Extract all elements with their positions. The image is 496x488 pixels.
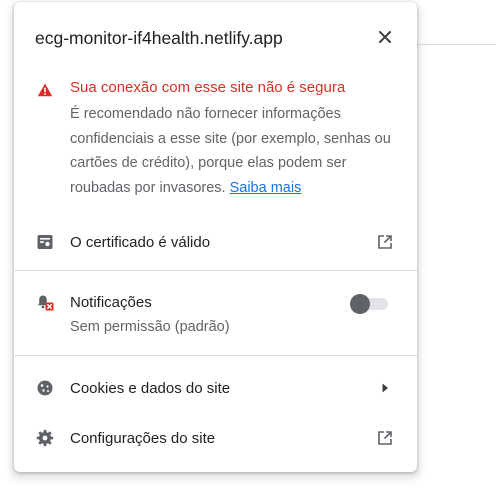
cookie-icon — [37, 380, 53, 396]
section-divider — [14, 270, 417, 271]
background-divider — [416, 44, 496, 45]
notifications-label: Notificações — [70, 294, 152, 311]
cookies-row[interactable]: Cookies e dados do site — [14, 370, 417, 406]
gear-icon — [36, 429, 54, 447]
security-warning-body: É recomendado não fornecer informações c… — [70, 102, 405, 200]
page-info-popup: ecg-monitor-if4health.netlify.app Sua co… — [14, 2, 417, 472]
warning-triangle-icon — [37, 83, 53, 97]
toggle-knob — [350, 294, 370, 314]
site-settings-row[interactable]: Configurações do site — [14, 420, 417, 456]
notifications-status: Sem permissão (padrão) — [70, 319, 230, 335]
close-button[interactable] — [374, 26, 396, 48]
notifications-blocked-icon — [37, 295, 54, 311]
site-host-title: ecg-monitor-if4health.netlify.app — [35, 28, 283, 48]
open-external-icon — [378, 431, 392, 445]
site-settings-label: Configurações do site — [70, 430, 216, 447]
certificate-icon — [37, 235, 53, 249]
security-warning-title: Sua conexão com esse site não é segura — [70, 79, 346, 96]
certificate-row[interactable]: O certificado é válido — [14, 224, 417, 260]
close-icon — [379, 31, 391, 43]
cookies-label: Cookies e dados do site — [70, 380, 231, 397]
arrow-right-icon — [382, 383, 388, 393]
section-divider — [14, 355, 417, 356]
open-external-icon — [378, 235, 392, 249]
certificate-label: O certificado é válido — [70, 234, 211, 251]
notifications-toggle[interactable] — [350, 294, 390, 314]
learn-more-link[interactable]: Saiba mais — [230, 180, 302, 196]
